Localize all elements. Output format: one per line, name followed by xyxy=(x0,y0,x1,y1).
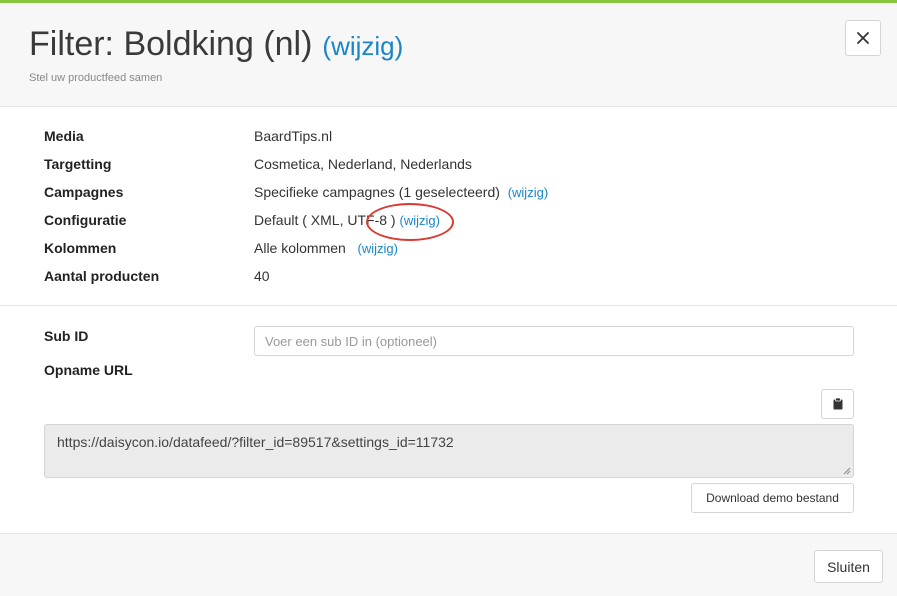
download-demo-button[interactable]: Download demo bestand xyxy=(691,483,854,513)
sub-id-input[interactable] xyxy=(254,326,854,356)
targetting-value: Cosmetica, Nederland, Nederlands xyxy=(254,156,472,172)
info-row-aantal-producten: Aantal producten 40 xyxy=(0,266,897,286)
aantal-producten-label: Aantal producten xyxy=(44,268,160,284)
aantal-producten-value: 40 xyxy=(254,268,270,284)
feed-url-textarea[interactable]: https://daisycon.io/datafeed/?filter_id=… xyxy=(44,424,854,478)
opname-url-label: Opname URL xyxy=(44,362,133,378)
title-text: Filter: Boldking (nl) xyxy=(29,25,313,63)
page-subtitle: Stel uw productfeed samen xyxy=(29,72,163,84)
modal-footer: Sluiten xyxy=(0,533,897,596)
info-row-campagnes: Campagnes Specifieke campagnes (1 gesele… xyxy=(0,182,897,202)
campagnes-value-text: Specifieke campagnes (1 geselecteerd) xyxy=(254,184,500,200)
media-value: BaardTips.nl xyxy=(254,128,333,144)
close-icon xyxy=(857,32,869,44)
copy-url-button[interactable] xyxy=(821,389,854,419)
clipboard-icon xyxy=(833,398,842,410)
feed-url-text: https://daisycon.io/datafeed/?filter_id=… xyxy=(57,434,454,450)
media-label: Media xyxy=(44,128,84,144)
kolommen-value-text: Alle kolommen xyxy=(254,240,346,256)
title-edit-link[interactable]: (wijzig) xyxy=(322,31,403,61)
resize-grip-icon[interactable] xyxy=(843,467,851,475)
kolommen-value: Alle kolommen (wijzig) xyxy=(254,238,398,259)
kolommen-edit-link[interactable]: (wijzig) xyxy=(358,241,398,256)
info-row-kolommen: Kolommen Alle kolommen (wijzig) xyxy=(0,238,897,258)
campagnes-value: Specifieke campagnes (1 geselecteerd) (w… xyxy=(254,182,548,203)
info-row-targetting: Targetting Cosmetica, Nederland, Nederla… xyxy=(0,154,897,174)
page-title: Filter: Boldking (nl) (wijzig) xyxy=(29,25,403,64)
sub-id-label: Sub ID xyxy=(44,328,89,344)
modal-header: Filter: Boldking (nl) (wijzig) Stel uw pr… xyxy=(0,3,897,107)
info-row-media: Media BaardTips.nl xyxy=(0,126,897,146)
kolommen-label: Kolommen xyxy=(44,240,117,256)
annotation-circle xyxy=(366,203,454,241)
campagnes-label: Campagnes xyxy=(44,184,124,200)
campagnes-edit-link[interactable]: (wijzig) xyxy=(508,185,548,200)
targetting-label: Targetting xyxy=(44,156,112,172)
close-button[interactable] xyxy=(845,20,881,56)
configuratie-label: Configuratie xyxy=(44,212,127,228)
sluiten-button[interactable]: Sluiten xyxy=(814,550,883,583)
